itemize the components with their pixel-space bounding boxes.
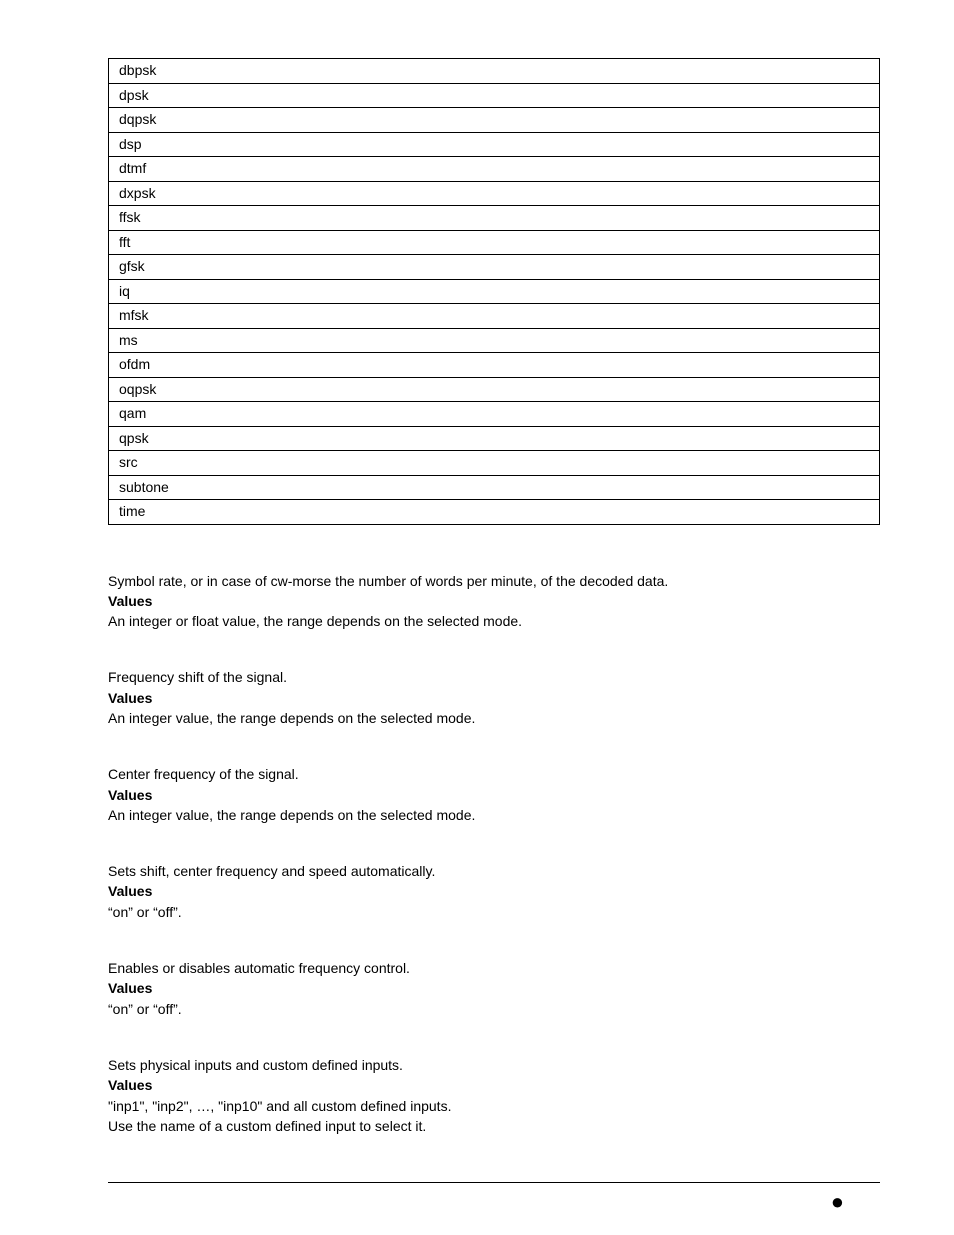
mode-cell: dxpsk [109,181,880,206]
values-text: “on” or “off”. [108,999,880,1019]
values-heading: Values [108,688,880,708]
mode-cell: ffsk [109,206,880,231]
mode-cell: time [109,500,880,525]
table-row: dpsk [109,83,880,108]
mode-cell: qam [109,402,880,427]
section-description: Frequency shift of the signal. [108,667,880,687]
mode-cell: mfsk [109,304,880,329]
section-description: Sets physical inputs and custom defined … [108,1055,880,1075]
mode-cell: oqpsk [109,377,880,402]
parameter-section: Symbol rate, or in case of cw-morse the … [108,571,880,632]
footer-bullet-icon: ● [831,1191,844,1213]
section-description: Enables or disables automatic frequency … [108,958,880,978]
mode-cell: ofdm [109,353,880,378]
table-row: gfsk [109,255,880,280]
table-row: src [109,451,880,476]
values-text: An integer value, the range depends on t… [108,805,880,825]
table-row: oqpsk [109,377,880,402]
values-text: “on” or “off”. [108,902,880,922]
mode-cell: gfsk [109,255,880,280]
parameter-section: Center frequency of the signal.ValuesAn … [108,764,880,825]
mode-cell: dpsk [109,83,880,108]
table-row: ms [109,328,880,353]
values-heading: Values [108,591,880,611]
mode-cell: dqpsk [109,108,880,133]
mode-cell: ms [109,328,880,353]
values-text: "inp1", "inp2", …, "inp10" and all custo… [108,1096,880,1137]
mode-cell: src [109,451,880,476]
table-row: qam [109,402,880,427]
table-row: ffsk [109,206,880,231]
values-heading: Values [108,785,880,805]
mode-cell: dsp [109,132,880,157]
modes-table: dbpskdpskdqpskdspdtmfdxpskffskfftgfskiqm… [108,58,880,525]
table-row: dsp [109,132,880,157]
table-row: qpsk [109,426,880,451]
parameter-section: Frequency shift of the signal.ValuesAn i… [108,667,880,728]
table-row: subtone [109,475,880,500]
values-text: An integer value, the range depends on t… [108,708,880,728]
table-row: dqpsk [109,108,880,133]
values-heading: Values [108,1075,880,1095]
table-row: time [109,500,880,525]
table-row: ofdm [109,353,880,378]
table-row: mfsk [109,304,880,329]
parameter-section: Enables or disables automatic frequency … [108,958,880,1019]
values-heading: Values [108,881,880,901]
mode-cell: iq [109,279,880,304]
table-row: fft [109,230,880,255]
section-description: Sets shift, center frequency and speed a… [108,861,880,881]
mode-cell: qpsk [109,426,880,451]
parameter-section: Sets physical inputs and custom defined … [108,1055,880,1136]
section-description: Center frequency of the signal. [108,764,880,784]
mode-cell: subtone [109,475,880,500]
mode-cell: dbpsk [109,59,880,84]
table-row: dtmf [109,157,880,182]
parameter-section: Sets shift, center frequency and speed a… [108,861,880,922]
mode-cell: fft [109,230,880,255]
section-description: Symbol rate, or in case of cw-morse the … [108,571,880,591]
footer-rule [108,1182,880,1183]
mode-cell: dtmf [109,157,880,182]
table-row: dxpsk [109,181,880,206]
table-row: iq [109,279,880,304]
table-row: dbpsk [109,59,880,84]
values-heading: Values [108,978,880,998]
values-text: An integer or float value, the range dep… [108,611,880,631]
